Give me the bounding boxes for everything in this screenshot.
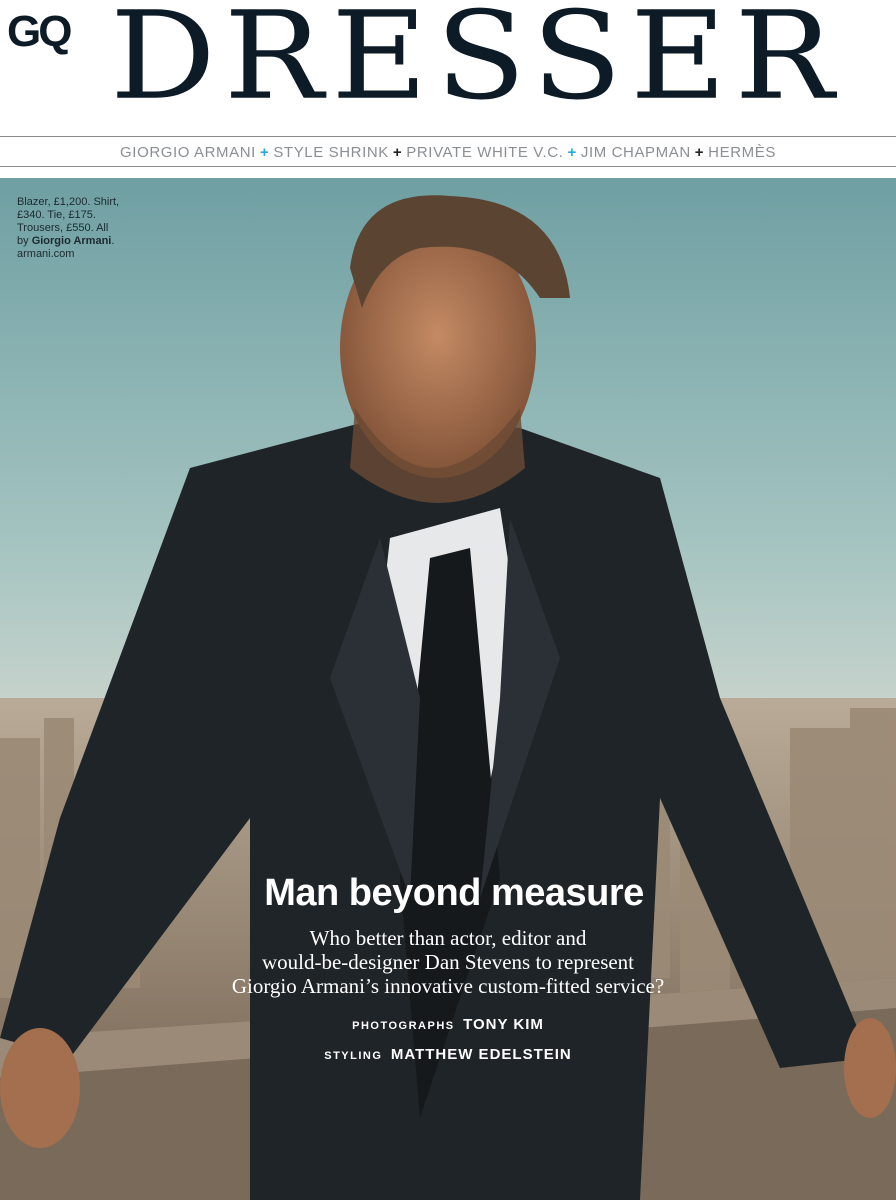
headline-text: Man beyond measure — [264, 872, 644, 914]
standfirst: Who better than actor, editor and would-… — [0, 926, 896, 998]
nav-item-hermes[interactable]: HERMÈS — [708, 144, 776, 161]
standfirst-line: Giorgio Armani’s innovative custom-fitte… — [231, 974, 665, 998]
headline: Man beyond measure — [0, 872, 896, 915]
photographer-name: TONY KIM — [463, 1016, 544, 1033]
masthead: GQ DRESSER — [0, 0, 896, 136]
standfirst-line: Who better than actor, editor and — [309, 926, 587, 950]
credit-line: by Giorgio Armani. — [17, 235, 147, 248]
credit-prefix: by — [17, 235, 32, 247]
nav-item-jim-chapman[interactable]: JIM CHAPMAN — [581, 144, 691, 161]
plus-icon: + — [694, 143, 705, 161]
styling-label: STYLING — [324, 1050, 383, 1062]
stylist-credit: STYLING MATTHEW EDELSTEIN — [0, 1046, 896, 1064]
nav-item-giorgio-armani[interactable]: GIORGIO ARMANI — [120, 144, 256, 161]
product-credit: Blazer, £1,200. Shirt, £340. Tie, £175. … — [17, 196, 147, 261]
credit-brand: Giorgio Armani — [31, 235, 112, 247]
nav-item-style-shrink[interactable]: STYLE SHRINK — [273, 144, 389, 161]
plus-icon: + — [259, 143, 270, 161]
divider-top — [0, 136, 896, 137]
gq-logo: GQ — [7, 7, 72, 56]
plus-icon: + — [567, 143, 577, 161]
plus-icon: + — [392, 143, 403, 161]
section-nav: GIORGIO ARMANI + STYLE SHRINK + PRIVATE … — [0, 138, 896, 166]
credit-line: Trousers, £550. All — [17, 222, 109, 234]
stylist-name: MATTHEW EDELSTEIN — [390, 1046, 572, 1063]
section-title: DRESSER — [110, 0, 842, 121]
credit-line: Blazer, £1,200. Shirt, — [17, 196, 120, 208]
credit-line: £340. Tie, £175. — [17, 209, 96, 221]
divider-bottom — [0, 166, 896, 167]
photographer-credit: PHOTOGRAPHS TONY KIM — [0, 1016, 896, 1034]
credit-website[interactable]: armani.com — [17, 248, 147, 261]
credit-suffix: . — [111, 235, 115, 247]
nav-item-private-white[interactable]: PRIVATE WHITE V.C. — [406, 144, 563, 161]
photographs-label: PHOTOGRAPHS — [352, 1020, 455, 1032]
standfirst-line: would-be-designer Dan Stevens to represe… — [261, 950, 635, 974]
